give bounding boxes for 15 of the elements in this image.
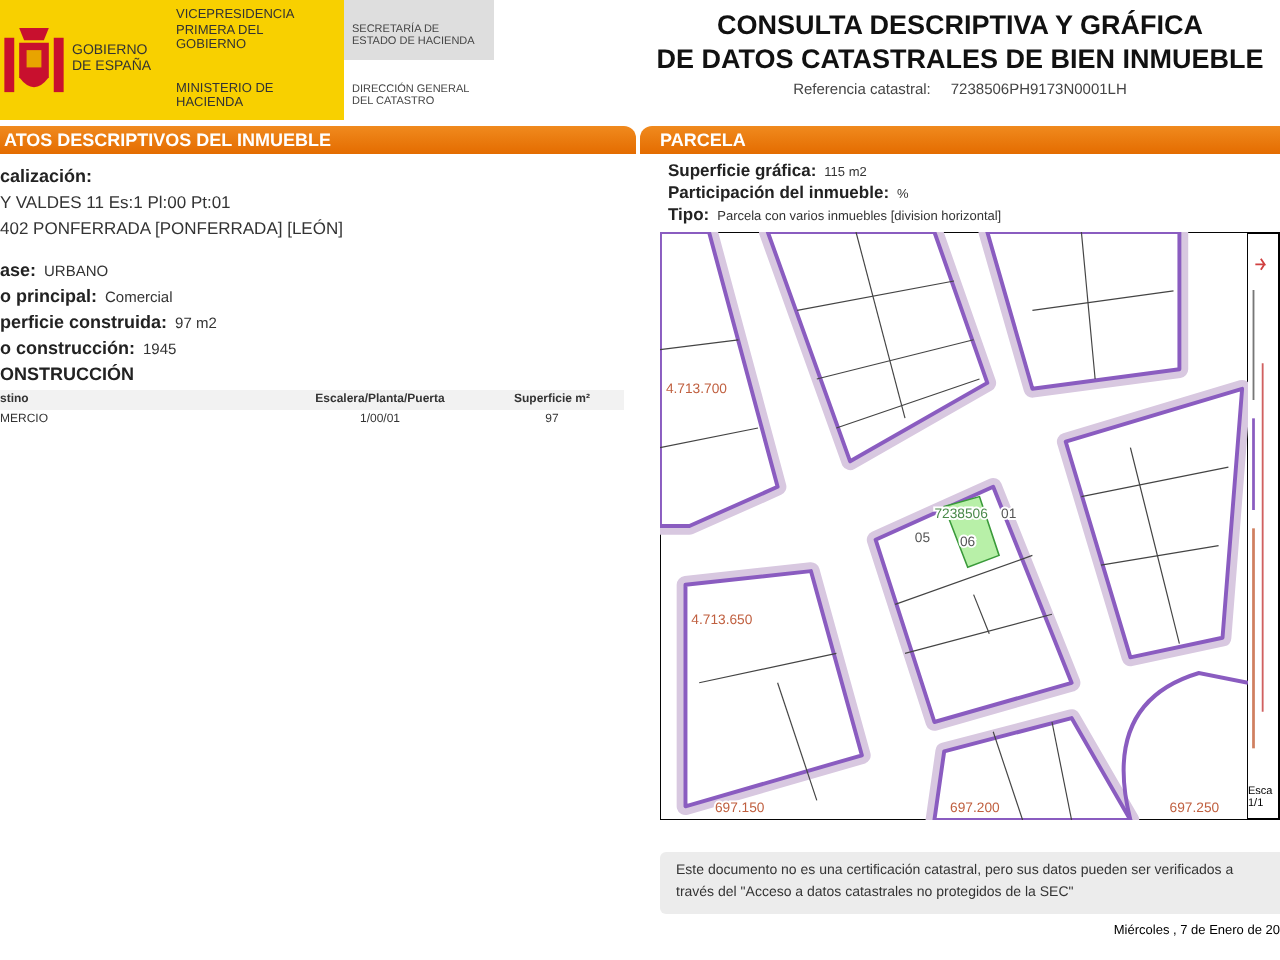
subsection-heading: ONSTRUCCIÓN [0,364,136,384]
field-label: Superficie gráfica: [668,160,817,180]
address-line: 402 PONFERRADA [PONFERRADA] [LEÓN] [0,218,345,238]
field-label: ase: [0,260,37,280]
section-heading: ATOS DESCRIPTIVOS DEL INMUEBLE [0,126,636,154]
field-label: o construcción: [0,338,136,358]
field-label: Tipo: [668,204,710,224]
document-title: CONSULTA DESCRIPTIVA Y GRÁFICA [716,8,1203,42]
field-label: calización: [0,166,95,186]
section-heading: PARCELA [640,126,1280,154]
document-title: DE DATOS CATASTRALES DE BIEN INMUEBLE [656,42,1264,76]
address-line: Y VALDES 11 Es:1 Pl:00 Pt:01 [0,192,233,212]
field-label: Participación del inmueble: [668,182,890,202]
field-label: perficie construida: [0,312,168,332]
field-label: o principal: [0,286,98,306]
